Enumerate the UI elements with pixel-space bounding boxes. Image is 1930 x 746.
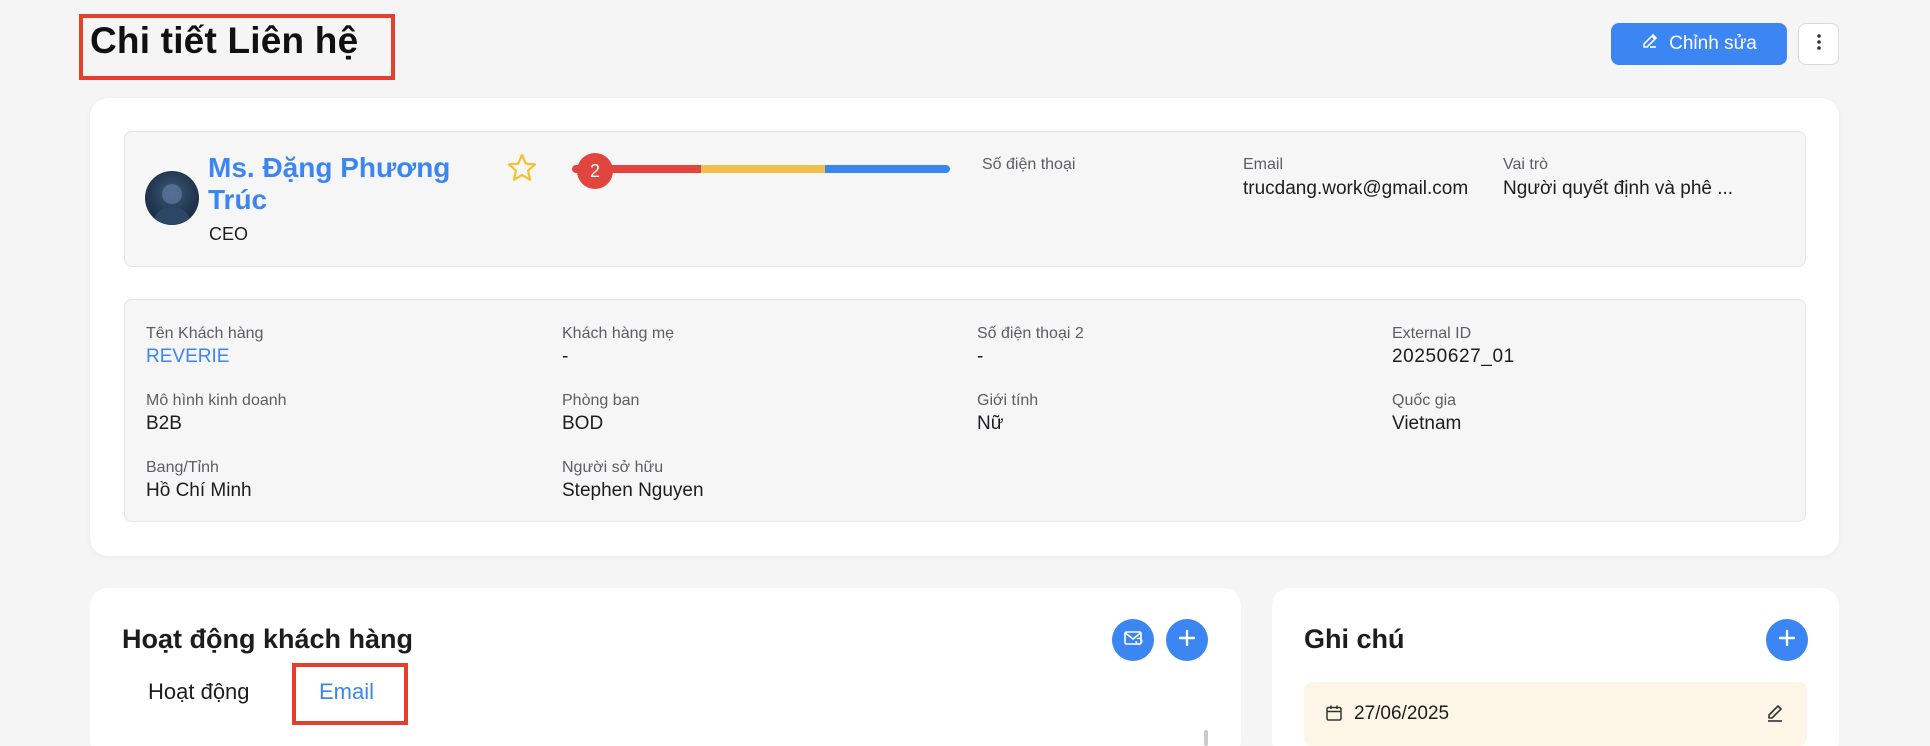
more-options-button[interactable]	[1798, 23, 1839, 65]
external-id-label: External ID	[1392, 325, 1472, 342]
more-vertical-icon	[1816, 32, 1822, 57]
gender-value: Nữ	[977, 413, 1004, 434]
customer-name-link[interactable]: REVERIE	[146, 346, 229, 368]
sync-email-button[interactable]	[1112, 619, 1154, 661]
add-note-button[interactable]	[1766, 619, 1808, 661]
plus-icon	[1177, 628, 1197, 653]
phone2-value: -	[977, 346, 984, 367]
customer-name-label: Tên Khách hàng	[146, 325, 264, 342]
plus-icon	[1777, 628, 1797, 653]
edit-note-icon[interactable]	[1765, 703, 1785, 728]
country-value: Vietnam	[1392, 413, 1462, 434]
email-value[interactable]: trucdang.work@gmail.com	[1243, 178, 1468, 200]
role-label: Vai trò	[1503, 156, 1549, 173]
calendar-icon	[1325, 704, 1343, 727]
country-label: Quốc gia	[1392, 392, 1457, 409]
stage-segment-3	[825, 165, 950, 173]
contact-job-title: CEO	[209, 224, 249, 244]
avatar	[145, 171, 199, 225]
customer-activity-card	[90, 588, 1241, 746]
contact-details-panel	[124, 299, 1806, 522]
business-model-label: Mô hình kinh doanh	[146, 392, 287, 409]
tab-activities[interactable]: Hoạt động	[148, 679, 250, 705]
page-title: Chi tiết Liên hệ	[90, 20, 359, 61]
edit-button[interactable]: Chỉnh sửa	[1611, 23, 1787, 65]
tab-email[interactable]: Email	[319, 679, 374, 705]
phone2-label: Số điện thoại 2	[977, 325, 1084, 342]
star-icon[interactable]	[506, 152, 538, 189]
pencil-icon	[1641, 32, 1659, 56]
edit-button-label: Chỉnh sửa	[1669, 33, 1757, 54]
stage-segment-2	[700, 165, 826, 173]
email-sync-icon	[1122, 627, 1144, 654]
role-value: Người quyết định và phê ...	[1503, 178, 1734, 199]
parent-customer-value: -	[562, 346, 569, 367]
owner-label: Người sở hữu	[562, 459, 664, 476]
owner-value: Stephen Nguyen	[562, 480, 704, 501]
department-label: Phòng ban	[562, 392, 640, 409]
gender-label: Giới tính	[977, 392, 1039, 409]
activity-title: Hoạt động khách hàng	[122, 624, 414, 654]
contact-name[interactable]: Ms. Đặng Phương Trúc	[208, 152, 488, 216]
phone-label: Số điện thoại	[982, 156, 1076, 173]
external-id-value: 20250627_01	[1392, 346, 1515, 367]
state-value: Hồ Chí Minh	[146, 480, 252, 501]
department-value: BOD	[562, 413, 604, 434]
business-model-value: B2B	[146, 413, 182, 434]
email-label: Email	[1243, 156, 1284, 173]
parent-customer-label: Khách hàng mẹ	[562, 325, 675, 342]
scrollbar[interactable]	[1204, 730, 1208, 746]
stage-progress-bar[interactable]	[572, 165, 950, 173]
note-date: 27/06/2025	[1354, 703, 1450, 724]
stage-badge[interactable]: 2	[577, 153, 613, 189]
add-activity-button[interactable]	[1166, 619, 1208, 661]
notes-title: Ghi chú	[1304, 624, 1405, 654]
state-label: Bang/Tỉnh	[146, 459, 219, 476]
